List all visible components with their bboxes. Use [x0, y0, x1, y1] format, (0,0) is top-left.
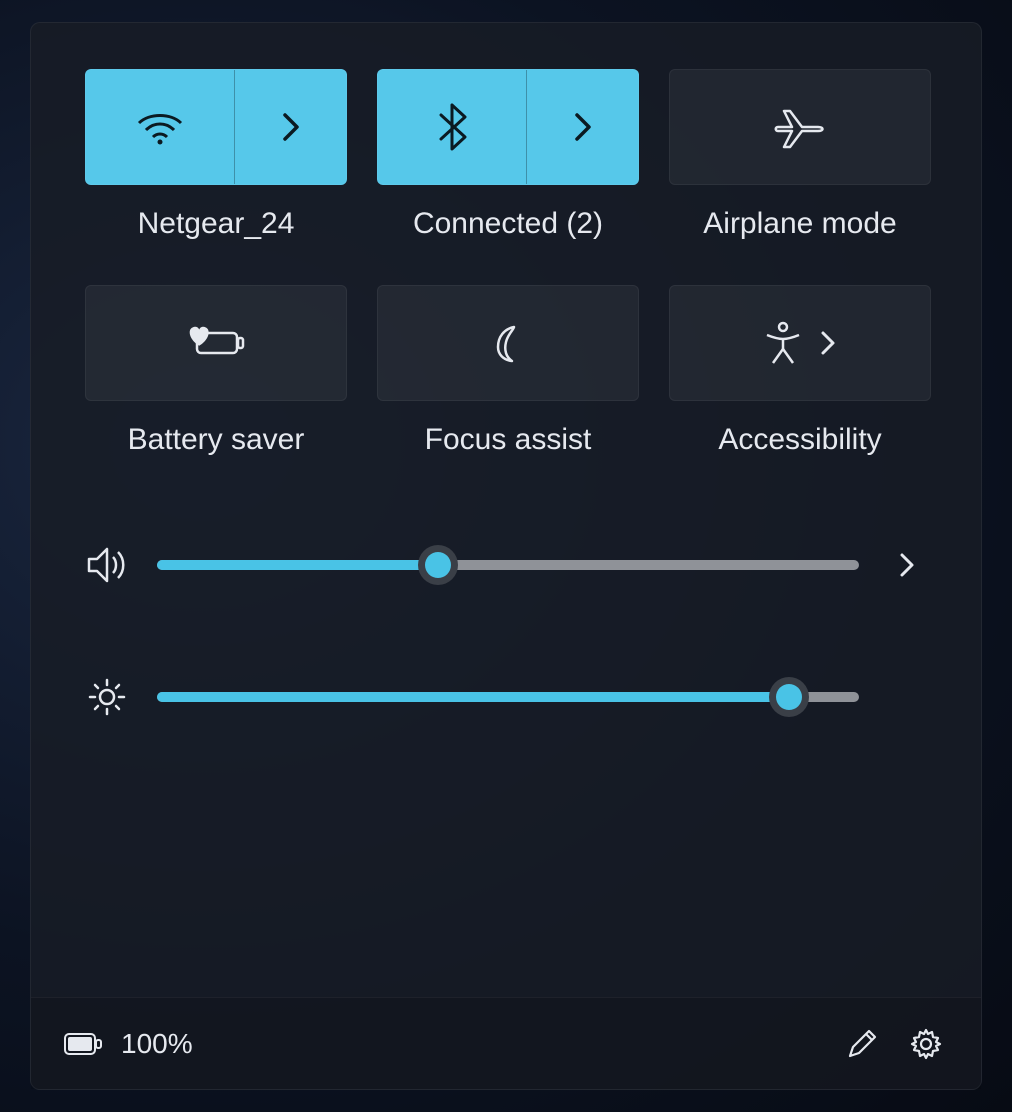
brightness-slider[interactable]: [157, 677, 859, 717]
tile-wifi: [85, 69, 347, 185]
tile-airplane: [669, 69, 931, 185]
accessibility-toggle-button[interactable]: [670, 286, 930, 400]
airplane-label: Airplane mode: [703, 207, 896, 241]
focus-assist-label: Focus assist: [425, 423, 592, 457]
tile-battery-saver: [85, 285, 347, 401]
volume-expand-button[interactable]: [887, 545, 927, 585]
bluetooth-expand-button[interactable]: [526, 70, 638, 184]
battery-saver-label: Battery saver: [128, 423, 305, 457]
bluetooth-toggle-button[interactable]: [378, 70, 526, 184]
wifi-toggle-button[interactable]: [86, 70, 234, 184]
settings-button[interactable]: [903, 1021, 949, 1067]
battery-saver-toggle-button[interactable]: [86, 286, 346, 400]
quick-settings-panel: Netgear_24 Connected (2): [30, 22, 982, 1090]
brightness-row: [85, 675, 927, 719]
tile-group-battery-saver: Battery saver: [85, 285, 347, 457]
tile-accessibility: [669, 285, 931, 401]
edit-button[interactable]: [839, 1021, 885, 1067]
tile-group-bluetooth: Connected (2): [377, 69, 639, 241]
volume-slider[interactable]: [157, 545, 859, 585]
tile-group-focus-assist: Focus assist: [377, 285, 639, 457]
wifi-icon: [135, 107, 185, 147]
chevron-right-icon: [571, 109, 595, 145]
chevron-right-icon: [819, 329, 837, 357]
accessibility-label: Accessibility: [718, 423, 881, 457]
brightness-track-fill: [157, 692, 789, 702]
speaker-icon: [85, 545, 129, 585]
battery-percentage: 100%: [121, 1028, 193, 1060]
volume-row: [85, 543, 927, 587]
tile-focus-assist: [377, 285, 639, 401]
wifi-label: Netgear_24: [138, 207, 295, 241]
bluetooth-label: Connected (2): [413, 207, 603, 241]
moon-icon: [488, 323, 528, 363]
footer-bar: 100%: [31, 997, 981, 1089]
battery-icon: [63, 1031, 103, 1057]
sliders-section: [31, 457, 981, 719]
tile-group-wifi: Netgear_24: [85, 69, 347, 241]
wifi-expand-button[interactable]: [234, 70, 346, 184]
focus-assist-toggle-button[interactable]: [378, 286, 638, 400]
pencil-icon: [845, 1027, 879, 1061]
tiles-grid: Netgear_24 Connected (2): [31, 23, 981, 457]
volume-thumb[interactable]: [418, 545, 458, 585]
chevron-right-icon: [279, 109, 303, 145]
battery-saver-icon: [187, 325, 245, 361]
volume-icon-button[interactable]: [85, 543, 129, 587]
bluetooth-icon: [437, 103, 467, 151]
airplane-icon: [772, 105, 828, 149]
accessibility-icon: [763, 321, 803, 365]
tile-group-accessibility: Accessibility: [669, 285, 931, 457]
volume-track-fill: [157, 560, 438, 570]
tile-bluetooth: [377, 69, 639, 185]
tile-group-airplane: Airplane mode: [669, 69, 931, 241]
sun-icon: [87, 677, 127, 717]
airplane-toggle-button[interactable]: [670, 70, 930, 184]
gear-icon: [909, 1027, 943, 1061]
chevron-right-icon: [897, 550, 917, 580]
brightness-thumb[interactable]: [769, 677, 809, 717]
brightness-icon: [85, 675, 129, 719]
